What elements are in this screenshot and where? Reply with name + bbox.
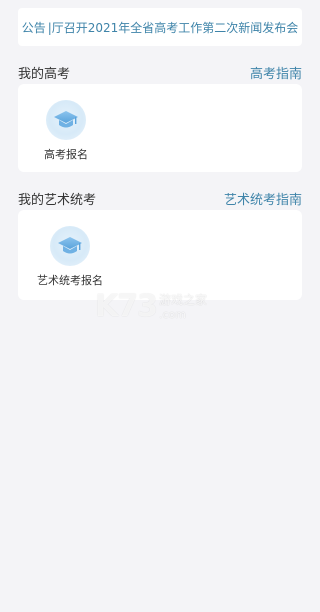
watermark-line2: .com [159, 308, 186, 321]
gaokao-section-header: 我的高考 高考指南 [18, 62, 302, 82]
graduation-cap-icon [50, 226, 90, 266]
watermark-subtext: 游戏之家 .com [159, 291, 207, 321]
watermark-logo-text: K73 [95, 288, 158, 324]
graduation-cap-icon [46, 100, 86, 140]
notice-banner[interactable]: 公告 |厅召开2021年全省高考工作第二次新闻发布会 [18, 8, 302, 46]
art-registration-label: 艺术统考报名 [37, 274, 103, 287]
art-card: 艺术统考报名 [18, 210, 302, 300]
gaokao-guide-link[interactable]: 高考指南 [250, 63, 302, 82]
art-registration-tile[interactable]: 艺术统考报名 [30, 226, 110, 288]
notice-label: 公告 [21, 20, 46, 35]
art-section-header: 我的艺术统考 艺术统考指南 [18, 188, 302, 208]
watermark-line1: 游戏之家 [159, 293, 208, 307]
gaokao-registration-label: 高考报名 [44, 148, 88, 161]
art-guide-link[interactable]: 艺术统考指南 [224, 189, 302, 208]
art-section-title: 我的艺术统考 [18, 192, 97, 208]
notice-text: |厅召开2021年全省高考工作第二次新闻发布会 [47, 20, 299, 35]
gaokao-registration-tile[interactable]: 高考报名 [26, 100, 106, 162]
watermark-logo: K73 游戏之家 .com [95, 288, 225, 324]
gaokao-section-title: 我的高考 [18, 66, 71, 82]
gaokao-card: 高考报名 [18, 84, 302, 172]
